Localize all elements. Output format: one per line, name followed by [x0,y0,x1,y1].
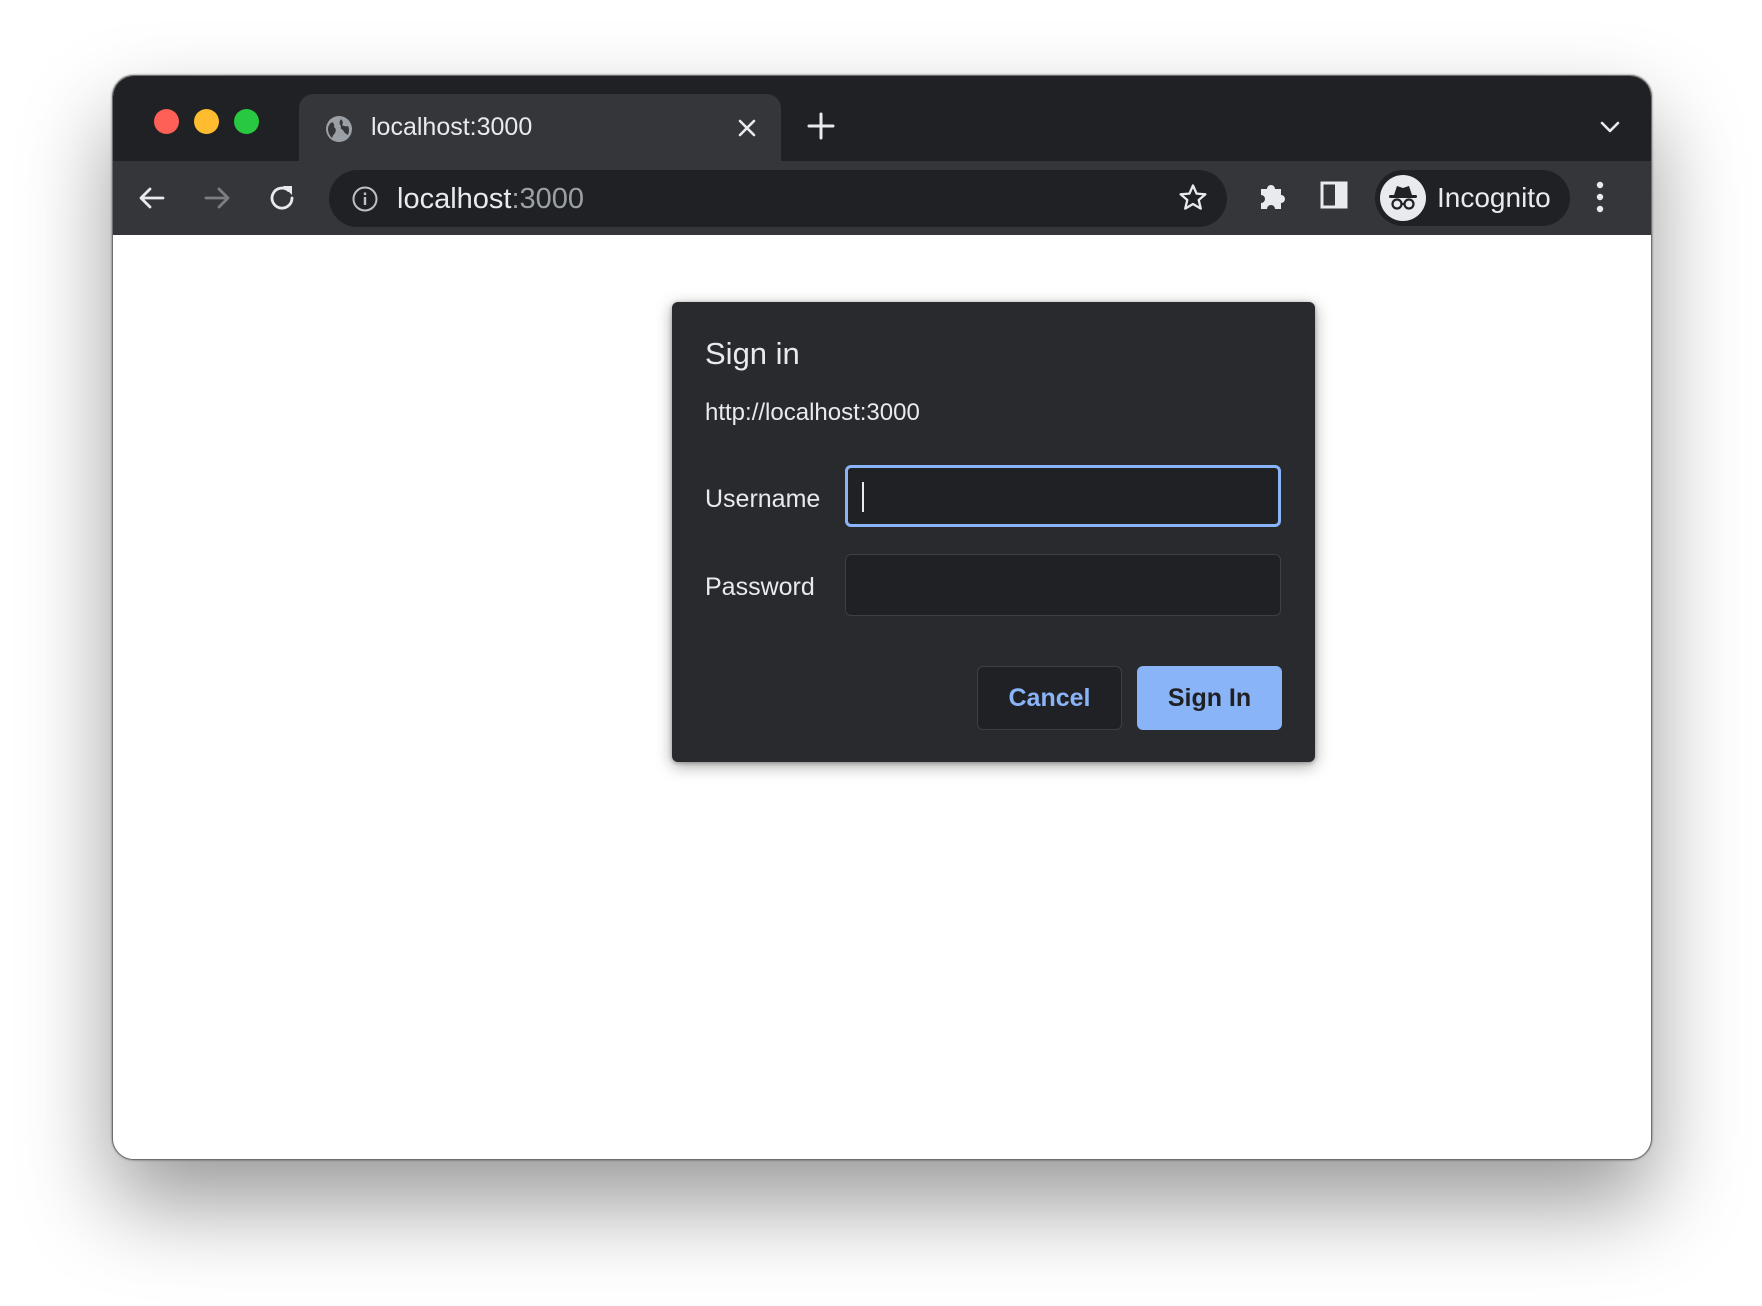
browser-window: localhost:3000 loc [112,75,1652,1160]
dialog-origin: http://localhost:3000 [705,399,920,427]
address-bar[interactable]: localhost:3000 [329,170,1227,227]
window-maximize-button[interactable] [234,109,259,134]
info-icon[interactable] [351,185,379,213]
username-input[interactable] [845,465,1281,527]
side-panel-icon[interactable] [1318,179,1350,211]
password-input[interactable] [845,554,1281,616]
globe-icon [324,114,354,144]
text-caret [862,482,864,512]
reload-icon[interactable] [265,181,299,215]
puzzle-icon[interactable] [1255,179,1289,213]
star-icon[interactable] [1177,182,1209,214]
dialog-title: Sign in [705,336,800,372]
toolbar: localhost:3000 Incognito [113,161,1651,235]
close-icon[interactable] [733,114,761,142]
browser-tab[interactable]: localhost:3000 [299,94,781,161]
tab-title: localhost:3000 [371,112,532,142]
profile-label: Incognito [1437,181,1551,215]
title-bar: localhost:3000 [113,76,1651,161]
plus-icon[interactable] [806,111,836,141]
window-minimize-button[interactable] [194,109,219,134]
username-label: Username [705,484,820,514]
cancel-button[interactable]: Cancel [977,666,1122,730]
kebab-menu-icon[interactable] [1593,178,1607,216]
password-label: Password [705,572,815,602]
arrow-right-icon[interactable] [200,181,234,215]
url-host: localhost [397,183,511,215]
sign-in-dialog: Sign in http://localhost:3000 Username P… [672,302,1315,762]
url-port: :3000 [511,183,584,215]
url-text[interactable]: localhost:3000 [397,182,584,216]
arrow-left-icon[interactable] [135,181,169,215]
sign-in-button[interactable]: Sign In [1137,666,1282,730]
chevron-down-icon[interactable] [1599,116,1621,138]
profile-chip[interactable]: Incognito [1375,170,1570,226]
incognito-icon [1380,175,1426,221]
window-close-button[interactable] [154,109,179,134]
